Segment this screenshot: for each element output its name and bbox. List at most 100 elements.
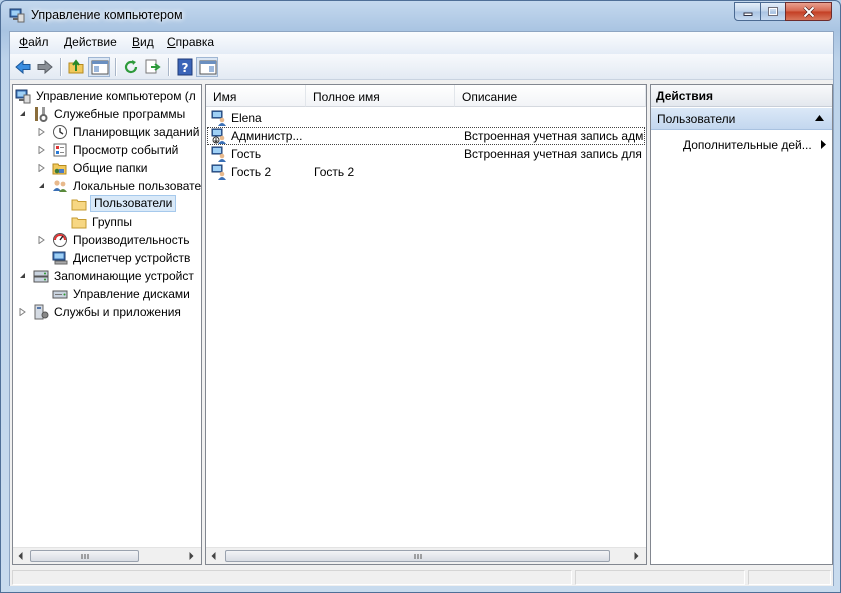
storage-icon — [33, 270, 49, 283]
menu-view[interactable]: Вид — [132, 35, 154, 49]
actions-section-users[interactable]: Пользователи — [651, 108, 832, 130]
status-segment — [748, 570, 831, 585]
collapsed-arrow-icon — [38, 146, 45, 154]
show-hide-action-pane-icon — [199, 60, 217, 75]
tree-item-device-manager[interactable]: Диспетчер устройств — [15, 249, 201, 267]
back-icon — [15, 59, 31, 75]
scroll-thumb[interactable] — [225, 550, 610, 562]
tree-item-label: Службы и приложения — [54, 305, 181, 319]
maximize-button[interactable] — [760, 2, 786, 21]
collapsed-arrow-icon — [38, 128, 45, 136]
scroll-left-button[interactable] — [206, 548, 223, 564]
arrow-right-icon — [189, 552, 194, 560]
window: Управление компьютером Файл Действие Вид… — [0, 0, 841, 593]
user-icon — [211, 146, 226, 162]
tree-item-local-users[interactable]: Локальные пользовате — [15, 177, 201, 195]
title-bar[interactable]: Управление компьютером — [1, 1, 840, 31]
scroll-right-button[interactable] — [184, 548, 201, 564]
tools-icon — [35, 107, 48, 122]
tree-item-shared-folders[interactable]: Общие папки — [15, 159, 201, 177]
arrow-left-icon — [211, 552, 216, 560]
collapsed-arrow-icon — [19, 308, 26, 316]
tree-item-event-viewer[interactable]: Просмотр событий — [15, 141, 201, 159]
users-list[interactable]: Имя Полное имя Описание Elena Администр.… — [205, 84, 647, 565]
list-item-administrator[interactable]: Администр... Встроенная учетная запись а… — [207, 127, 645, 145]
column-header-description[interactable]: Описание — [455, 85, 646, 107]
list-item-guest[interactable]: Гость Встроенная учетная запись для ... — [207, 145, 645, 163]
tree-item-disk-management[interactable]: Управление дисками — [15, 285, 201, 303]
column-header-full-name[interactable]: Полное имя — [306, 85, 455, 107]
tree-item-system-tools[interactable]: Служебные программы — [15, 105, 201, 123]
event-viewer-icon — [53, 143, 67, 157]
menu-action-mnemonic: Д — [64, 35, 73, 49]
actions-header: Действия — [651, 85, 832, 107]
cell-description: Встроенная учетная запись для ... — [464, 147, 644, 161]
tree-item-label: Производительность — [73, 233, 190, 247]
tree-item-computer-management[interactable]: Управление компьютером (л — [15, 87, 201, 105]
scroll-left-button[interactable] — [13, 548, 30, 564]
minimize-button[interactable] — [734, 2, 761, 21]
tree-item-label: Запоминающие устройст — [54, 269, 194, 283]
column-header-label: Описание — [462, 90, 518, 104]
menu-file[interactable]: Файл — [19, 35, 49, 49]
back-button[interactable] — [12, 57, 34, 77]
column-header-name[interactable]: Имя — [206, 85, 306, 107]
list-item-elena[interactable]: Elena — [207, 109, 645, 127]
cell-name: Гость — [231, 147, 262, 161]
menu-help[interactable]: Справка — [167, 35, 214, 49]
console-tree[interactable]: Управление компьютером (л Служебные прог… — [12, 84, 202, 565]
user-icon — [211, 164, 226, 180]
tree-item-performance[interactable]: Производительность — [15, 231, 201, 249]
up-folder-button[interactable] — [66, 57, 88, 77]
forward-icon — [37, 59, 53, 75]
expanded-arrow-icon — [20, 111, 25, 116]
scroll-thumb[interactable] — [30, 550, 139, 562]
tree-item-label: Диспетчер устройств — [73, 251, 191, 265]
svg-text:?: ? — [182, 61, 189, 75]
menu-action-label: ействие — [72, 35, 117, 49]
scroll-right-button[interactable] — [629, 548, 646, 564]
status-segment — [12, 570, 572, 585]
refresh-icon — [124, 60, 138, 74]
show-hide-tree-button[interactable] — [88, 57, 110, 77]
actions-section-label: Пользователи — [657, 112, 736, 126]
user-icon — [211, 110, 226, 126]
column-header-label: Имя — [213, 90, 237, 104]
action-more-actions[interactable]: Дополнительные дей... — [651, 135, 832, 155]
tree-horizontal-scrollbar[interactable] — [13, 547, 201, 564]
tree-item-label: Локальные пользовате — [73, 179, 202, 193]
cell-name: Администр... — [231, 129, 303, 143]
show-hide-action-pane-button[interactable] — [196, 57, 218, 77]
menu-help-label: правка — [175, 35, 215, 49]
help-icon: ? — [177, 58, 193, 76]
tree-item-task-scheduler[interactable]: Планировщик заданий — [15, 123, 201, 141]
menu-help-mnemonic: С — [167, 35, 176, 49]
shared-folder-icon — [52, 163, 67, 175]
list-horizontal-scrollbar[interactable] — [206, 547, 646, 564]
refresh-button[interactable] — [120, 57, 142, 77]
menu-file-label: айл — [28, 35, 49, 49]
list-item-guest-2[interactable]: Гость 2 Гость 2 — [207, 163, 645, 181]
disk-icon — [52, 290, 68, 299]
menu-view-mnemonic: В — [132, 35, 141, 49]
cell-description: Встроенная учетная запись адм... — [464, 129, 644, 143]
status-bar — [10, 568, 833, 586]
toolbar-separator — [60, 58, 61, 76]
tree-item-label: Группы — [92, 215, 132, 229]
forward-button[interactable] — [34, 57, 56, 77]
maximize-icon — [768, 6, 778, 16]
tree-item-users[interactable]: Пользователи — [15, 195, 201, 213]
tree-item-services-apps[interactable]: Службы и приложения — [15, 303, 201, 321]
tree-item-groups[interactable]: Группы — [15, 213, 201, 231]
close-button[interactable] — [785, 2, 832, 21]
cell-full-name: Гость 2 — [314, 165, 355, 179]
menu-action[interactable]: Действие — [64, 35, 117, 49]
computer-management-icon — [9, 8, 25, 23]
help-button[interactable]: ? — [174, 57, 196, 77]
action-item-label: Дополнительные дей... — [683, 138, 812, 152]
tree-item-storage[interactable]: Запоминающие устройст — [15, 267, 201, 285]
status-segment — [575, 570, 745, 585]
export-list-button[interactable] — [142, 57, 164, 77]
menu-bar: Файл Действие Вид Справка — [10, 32, 833, 54]
tree-item-label: Планировщик заданий — [73, 125, 200, 139]
